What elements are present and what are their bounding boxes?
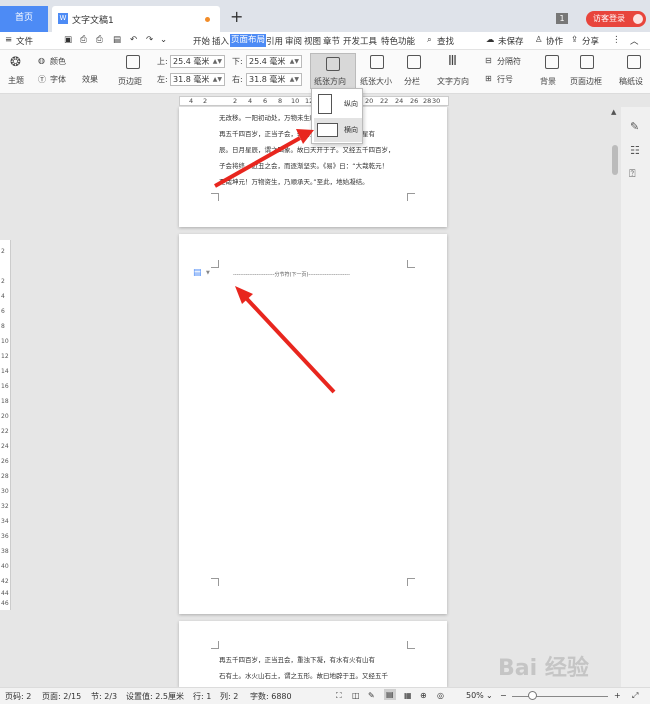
zoom-out-icon[interactable]: −	[500, 691, 507, 700]
zoom-slider-thumb[interactable]	[528, 691, 537, 700]
focus-mode-icon[interactable]: ◫	[352, 691, 360, 700]
help-icon[interactable]: ⍰	[629, 167, 636, 181]
pages-status[interactable]: 页面: 2/15	[42, 691, 81, 702]
page-number-status[interactable]: 页码: 2	[5, 691, 31, 702]
zoom-level[interactable]: 50%	[466, 691, 484, 700]
status-bar: 页码: 2 页面: 2/15 节: 2/3 设置值: 2.5厘米 行: 1 列:…	[0, 687, 650, 704]
outline-view-icon[interactable]: ▦	[404, 691, 412, 700]
edit-mode-icon[interactable]: ✎	[368, 691, 375, 700]
pen-icon[interactable]: ✎	[630, 120, 639, 133]
column-status: 列: 2	[220, 692, 239, 701]
red-arrow-icon	[214, 136, 301, 188]
red-arrow-icon	[245, 297, 336, 394]
scroll-up-icon[interactable]: ▲	[611, 108, 616, 116]
right-sidebar: ✎ ☷ ⍰	[621, 107, 650, 687]
settings-sliders-icon[interactable]: ☷	[630, 144, 640, 157]
vertical-scrollbar[interactable]	[612, 145, 618, 175]
web-view-icon[interactable]: ⊕	[420, 691, 427, 700]
fullscreen-icon[interactable]: ⛶	[336, 691, 342, 701]
zoom-slider[interactable]	[512, 696, 608, 697]
zoom-dropdown-icon[interactable]: ⌄	[486, 691, 493, 700]
eye-protection-icon[interactable]: ◎	[437, 691, 444, 700]
page-view-icon[interactable]: ▤	[384, 689, 396, 700]
word-count-status[interactable]: 字数: 6880	[250, 691, 292, 702]
setting-value-status[interactable]: 设置值: 2.5厘米	[126, 691, 184, 702]
row-status: 行: 1	[193, 692, 212, 701]
section-status[interactable]: 节: 2/3	[91, 691, 117, 702]
fit-window-icon[interactable]: ⤢	[632, 691, 638, 701]
baidu-watermark: Bai 经验	[498, 656, 589, 681]
zoom-in-icon[interactable]: +	[614, 691, 621, 700]
annotation-arrows	[214, 129, 336, 394]
